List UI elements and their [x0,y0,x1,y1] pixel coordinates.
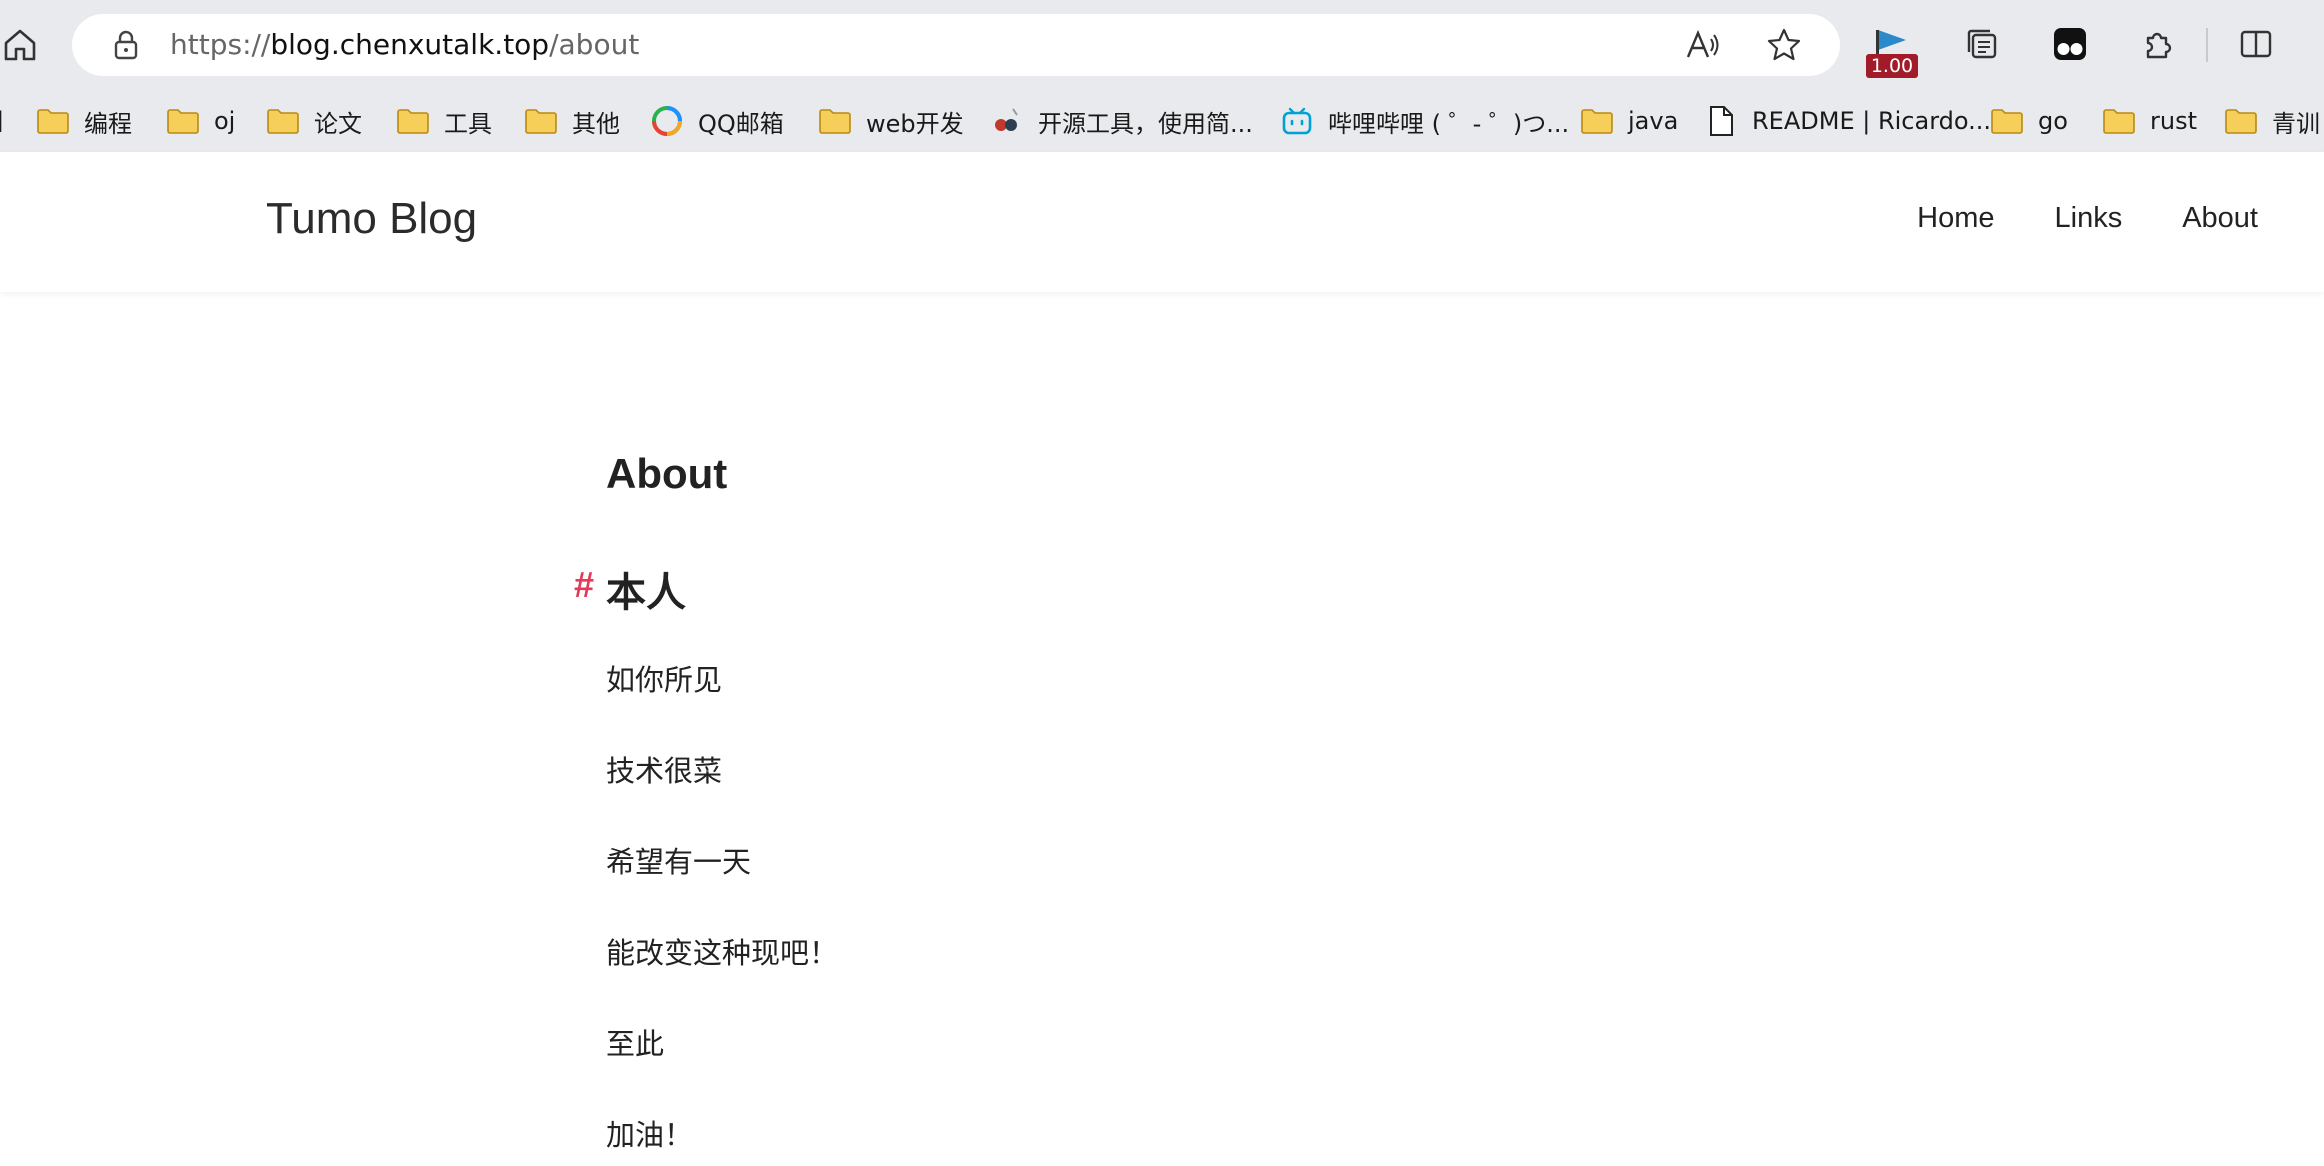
folder-icon [166,106,200,136]
bookmark-item[interactable]: 工具 [396,92,492,150]
bookmark-label: rust [2150,107,2197,135]
bookmark-item[interactable]: rust [2102,92,2197,150]
site-nav: Home Links About [1917,202,2258,235]
bookmark-item[interactable]: go [1990,92,2068,150]
url-scheme: https:// [170,28,271,61]
folder-icon [1580,106,1614,136]
nav-links-link[interactable]: Links [2055,202,2123,235]
url-path: /about [549,28,640,61]
bookmark-item[interactable]: 论文 [266,92,362,150]
bookmark-label: QQ邮箱 [698,109,784,138]
paragraph: 至此 [606,1027,665,1061]
url-text[interactable]: https://blog.chenxutalk.top/about [170,14,639,76]
extensions-puzzle-icon[interactable] [2136,22,2180,66]
browser-toolbar: https://blog.chenxutalk.top/about 1.00 [0,0,2324,92]
page-icon [1704,106,1738,136]
bookmark-item[interactable]: web开发 [818,92,964,150]
section-heading-text: 本人 [606,570,686,616]
bookmark-label: 开源工具，使用简... [1038,109,1253,138]
bookmark-item[interactable]: oj [166,92,235,150]
bookmark-item[interactable]: QQ邮箱 [650,92,784,150]
favorite-star-icon[interactable] [1766,27,1802,63]
paragraph: 能改变这种现吧！ [606,936,839,970]
lock-icon[interactable] [110,29,142,61]
site-brand[interactable]: Tumo Blog [266,194,477,244]
folder-icon [2224,106,2258,136]
bilibili-icon [1280,106,1314,136]
bookmark-item[interactable]: 青训 [2224,92,2320,150]
bookmark-item[interactable]: 其他 [524,92,620,150]
paragraph: 加油！ [606,1118,694,1152]
collections-icon[interactable] [1960,22,2004,66]
folder-icon [524,106,558,136]
split-screen-icon[interactable] [2234,22,2278,66]
site-icon [990,106,1024,136]
folder-icon [1990,106,2024,136]
bookmark-label: README | Ricardo... [1752,107,1992,135]
toolbar-separator [2206,28,2208,62]
bookmark-label: 哔哩哔哩 ( ゜- ゜)つ... [1328,109,1570,138]
bookmark-item[interactable]: README | Ricardo... [1704,92,1991,150]
url-host: blog.chenxutalk.top [270,28,550,61]
folder-icon [396,106,430,136]
heading-anchor[interactable]: # [574,564,594,606]
folder-icon [36,106,70,136]
home-icon[interactable] [0,20,40,70]
browser-chrome: https://blog.chenxutalk.top/about 1.00 ] [0,0,2324,152]
qq-mail-icon [650,106,684,136]
page-title: About [606,450,728,497]
bookmark-label: 工具 [444,109,492,138]
read-aloud-icon[interactable] [1684,27,1720,63]
bookmark-label: 青训 [2272,109,2320,138]
folder-icon [818,106,852,136]
bookmark-label: go [2038,107,2068,135]
bookmark-label: 其他 [572,109,620,138]
site-header: Tumo Blog Home Links About [0,152,2324,292]
paragraph: 希望有一天 [606,845,752,879]
bookmark-item[interactable]: java [1580,92,1678,150]
tampermonkey-icon[interactable] [2048,22,2092,66]
paragraph: 技术很菜 [606,754,723,788]
about-content: About # 本人 如你所见 技术很菜 希望有一天 能改变这种现吧！ 至此 加… [574,450,1806,1166]
folder-icon [266,106,300,136]
paragraph: 如你所见 [606,663,723,697]
bookmark-item[interactable]: 哔哩哔哩 ( ゜- ゜)つ... [1280,92,1569,150]
folder-icon [2102,106,2136,136]
address-bar[interactable]: https://blog.chenxutalk.top/about [72,14,1840,76]
nav-about-link[interactable]: About [2182,202,2258,235]
bookmark-item[interactable]: 编程 [36,92,132,150]
bookmark-label: java [1628,107,1679,135]
bookmark-label: 论文 [314,109,362,138]
bookmark-label: oj [214,107,236,135]
extension-badge: 1.00 [1866,54,1918,78]
bookmarks-bar: ] 编程 oj 论文 工具 其他 QQ邮箱 web开发 开源工具，使用简... 哔哩哔哩 ( ゜… [0,92,2324,150]
nav-home-link[interactable]: Home [1917,202,1994,235]
bookmark-label: 编程 [84,109,132,138]
bookmark-label: web开发 [866,109,964,138]
bookmark-item-partial[interactable]: ] [0,92,3,150]
section-heading: # 本人 [574,560,1806,618]
bookmark-item[interactable]: 开源工具，使用简... [990,92,1253,150]
